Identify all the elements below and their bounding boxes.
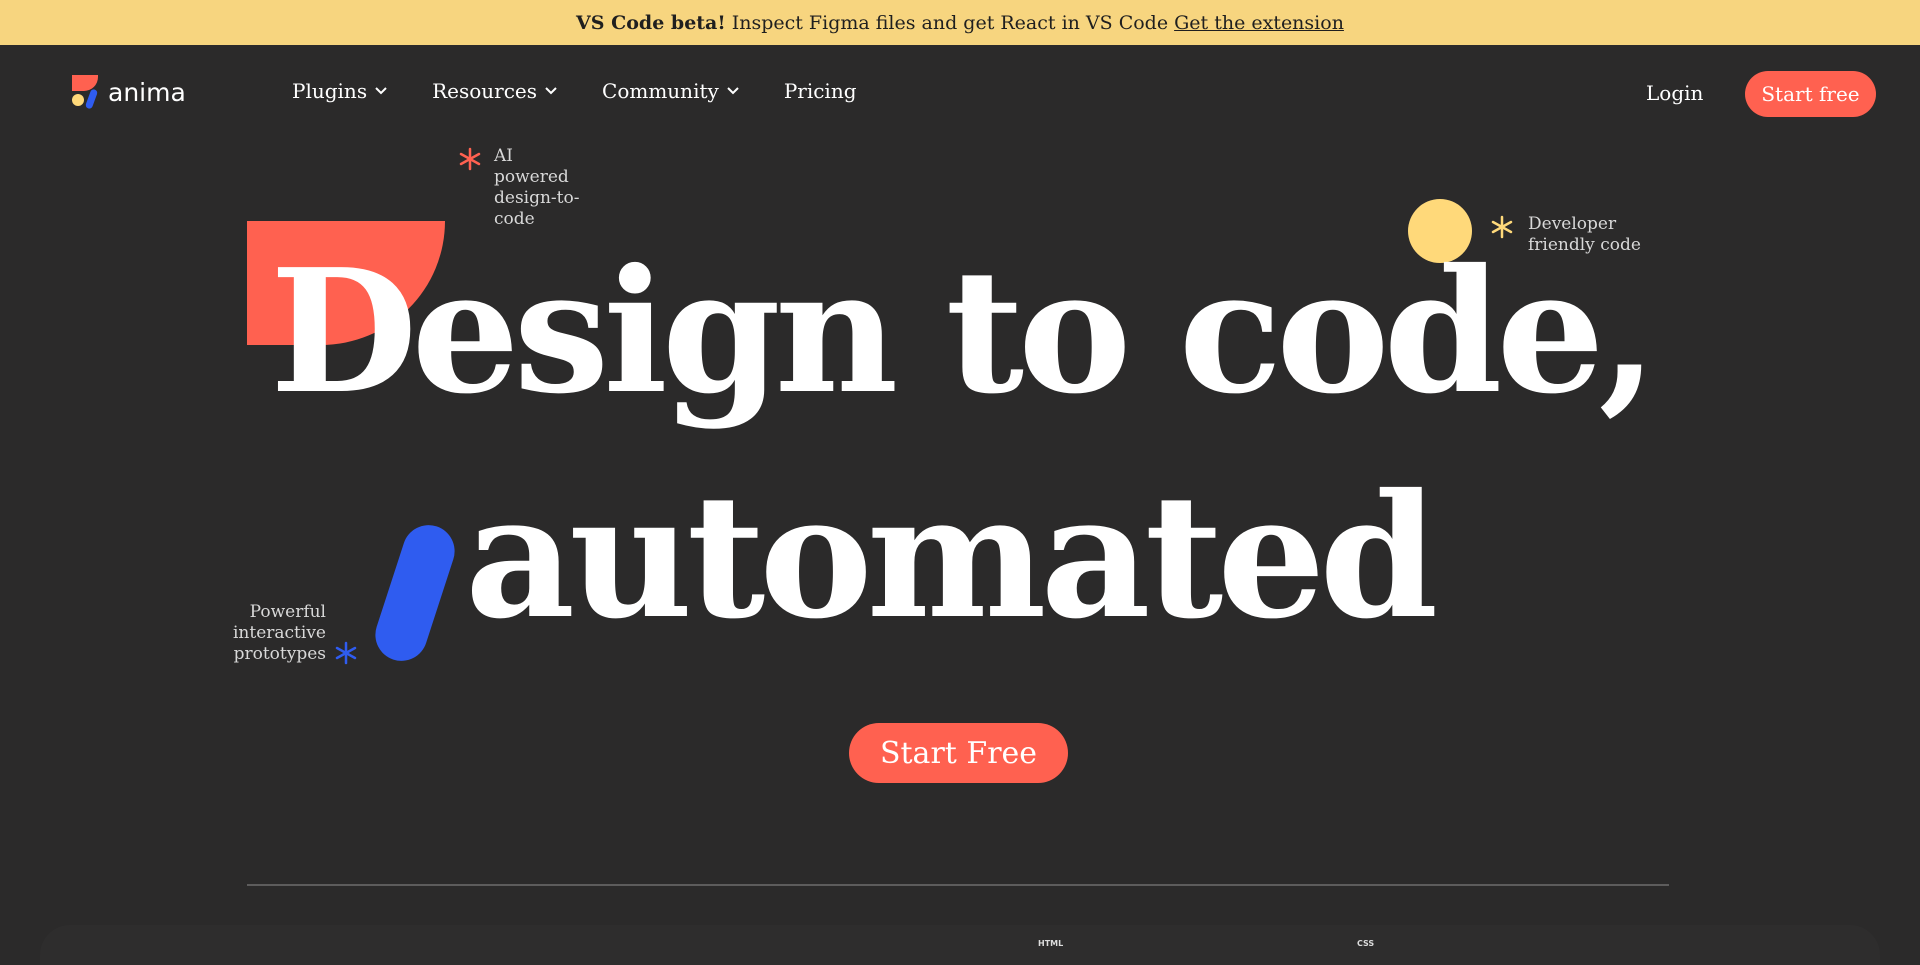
html-label: HTML bbox=[1038, 939, 1064, 948]
hero-line-2: automated bbox=[465, 457, 1438, 657]
anima-logo-icon bbox=[70, 75, 102, 110]
blue-pill-shape bbox=[368, 518, 462, 668]
announcement-banner: VS Code beta! Inspect Figma files and ge… bbox=[0, 0, 1920, 45]
get-extension-link[interactable]: Get the extension bbox=[1174, 12, 1344, 34]
banner-text: Inspect Figma files and get React in VS … bbox=[731, 11, 1169, 34]
login-link[interactable]: Login bbox=[1646, 81, 1703, 105]
nav-item-label: Resources bbox=[432, 79, 538, 103]
prototypes-tag: Powerful interactive prototypes bbox=[233, 602, 326, 664]
bottom-panel bbox=[40, 925, 1880, 965]
section-divider bbox=[247, 884, 1669, 886]
nav-item-pricing[interactable]: Pricing bbox=[784, 79, 857, 103]
chevron-down-icon bbox=[545, 87, 557, 95]
nav-menu: Plugins Resources Community Pricing bbox=[292, 79, 857, 103]
red-asterisk-icon bbox=[459, 147, 481, 171]
developer-friendly-tag: Developer friendly code bbox=[1528, 214, 1641, 255]
start-free-hero-button[interactable]: Start Free bbox=[849, 723, 1068, 783]
nav-item-resources[interactable]: Resources bbox=[432, 79, 557, 103]
blue-asterisk-icon bbox=[335, 641, 357, 665]
yellow-asterisk-icon bbox=[1491, 215, 1513, 239]
nav-item-plugins[interactable]: Plugins bbox=[292, 79, 387, 103]
hero-line-1: Design to code, bbox=[270, 232, 1658, 432]
nav-item-label: Pricing bbox=[783, 79, 857, 103]
nav-item-label: Community bbox=[602, 79, 719, 103]
navbar: anima Plugins Resources Community Pricin… bbox=[0, 45, 1920, 140]
chevron-down-icon bbox=[727, 87, 739, 95]
nav-item-community[interactable]: Community bbox=[602, 79, 739, 103]
banner-bold-text: VS Code beta! bbox=[576, 11, 726, 34]
logo[interactable]: anima bbox=[70, 75, 186, 110]
ai-powered-tag: AI powered design-to-code bbox=[494, 146, 580, 229]
css-label: CSS bbox=[1357, 939, 1375, 948]
chevron-down-icon bbox=[375, 87, 387, 95]
nav-item-label: Plugins bbox=[292, 79, 368, 103]
start-free-nav-button[interactable]: Start free bbox=[1745, 71, 1876, 117]
logo-text: anima bbox=[108, 77, 186, 107]
